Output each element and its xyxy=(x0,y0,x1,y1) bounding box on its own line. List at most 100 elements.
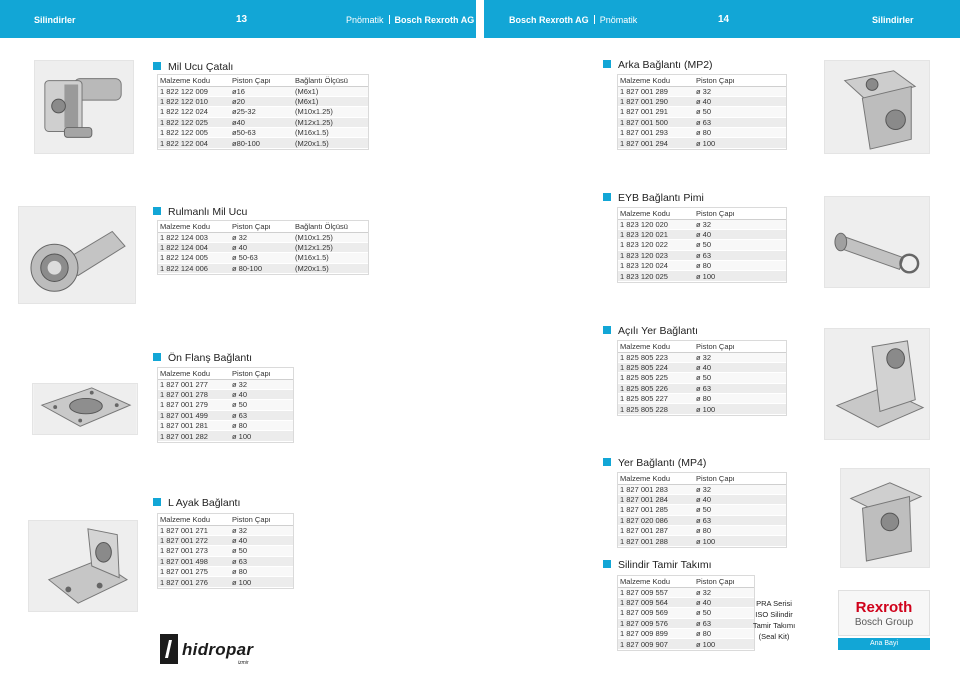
front-flange-photo xyxy=(32,383,138,435)
piston-diameter-cell: ø 80 xyxy=(230,420,293,432)
table-row: 1 827 001 500 ø 63 xyxy=(618,117,786,129)
thread-size-cell: (M6x1) xyxy=(293,96,368,108)
front-flange-section-title: Ön Flanş Bağlantı xyxy=(153,352,252,364)
piston-diameter-cell: ø 40 xyxy=(694,96,786,108)
piston-diameter-cell: ø 100 xyxy=(230,430,293,442)
table-row: 1 827 009 569 ø 50 xyxy=(618,607,754,619)
thread-size-cell: (M10x1.25) xyxy=(293,232,368,243)
column-header: Piston Çapı xyxy=(694,473,786,485)
piston-diameter-cell: ø 40 xyxy=(694,229,786,241)
part-number-cell: 1 827 009 899 xyxy=(618,628,694,640)
front-flange-title-text: Ön Flanş Bağlantı xyxy=(168,352,253,364)
angled-mount-photo xyxy=(824,328,930,440)
table-row: 1 827 001 281 ø 80 xyxy=(158,420,293,432)
piston-diameter-cell: ø50-63 xyxy=(230,127,293,139)
column-header: Malzeme Kodu xyxy=(618,75,694,87)
table-row: 1 822 122 024 ø25-32 (M10x1.25) xyxy=(158,106,368,118)
table-row: 1 825 805 223 ø 32 xyxy=(618,352,786,363)
piston-diameter-cell: ø 80 xyxy=(694,525,786,537)
column-header: Malzeme Kodu xyxy=(158,75,230,87)
table-row: 1 822 122 005 ø50-63 (M16x1.5) xyxy=(158,127,368,139)
table-header-row: Malzeme Kodu Piston Çapı xyxy=(618,576,754,588)
table-row: 1 823 120 020 ø 32 xyxy=(618,219,786,230)
piston-diameter-cell: ø 32 xyxy=(230,379,293,390)
table-header-row: Malzeme Kodu Piston Çapı Bağlantı Ölçüsü xyxy=(158,75,368,87)
table-row: 1 827 001 278 ø 40 xyxy=(158,389,293,401)
part-number-cell: 1 827 001 500 xyxy=(618,117,694,129)
foot-mount-section-title: L Ayak Bağlantı xyxy=(153,497,240,509)
part-number-cell: 1 822 122 010 xyxy=(158,96,230,108)
rexroth-dealer: Ana Bayi xyxy=(838,638,930,650)
seal-note-line-3: Tamir Takımı xyxy=(752,621,796,630)
rod-eye-table: Malzeme Kodu Piston Çapı Bağlantı Ölçüsü 1 … xyxy=(157,219,369,276)
table-row: 1 825 805 225 ø 50 xyxy=(618,372,786,384)
part-number-cell: 1 827 001 290 xyxy=(618,96,694,108)
table-row: 1 827 001 285 ø 50 xyxy=(618,504,786,516)
table-row: 1 827 001 275 ø 80 xyxy=(158,566,293,578)
part-number-cell: 1 827 001 279 xyxy=(158,399,230,411)
table-header-row: Malzeme Kodu Piston Çapı Bağlantı Ölçüsü xyxy=(158,221,368,233)
part-number-cell: 1 827 001 282 xyxy=(158,430,230,442)
seal-kit-section-title: Silindir Tamir Takımı xyxy=(603,559,712,571)
part-number-cell: 1 827 001 277 xyxy=(158,379,230,390)
hidropar-mark-icon xyxy=(160,634,178,664)
piston-diameter-cell: ø20 xyxy=(230,96,293,108)
left-section-label: Silindirler xyxy=(34,15,76,25)
piston-diameter-cell: ø 40 xyxy=(230,535,293,547)
part-number-cell: 1 827 020 086 xyxy=(618,515,694,527)
piston-diameter-cell: ø 32 xyxy=(694,86,786,97)
piston-diameter-cell: ø 50 xyxy=(694,504,786,516)
floor-mount-photo xyxy=(840,468,930,568)
part-number-cell: 1 827 001 288 xyxy=(618,535,694,547)
pin-photo xyxy=(824,196,930,288)
foot-mount-title-text: L Ayak Bağlantı xyxy=(168,497,241,509)
foot-mount-table: Malzeme Kodu Piston Çapı 1 827 001 271 ø 32… xyxy=(157,513,294,589)
table-row: 1 827 001 294 ø 100 xyxy=(618,137,786,149)
section-square-icon xyxy=(603,60,611,68)
column-header: Piston Çapı xyxy=(694,75,786,87)
thread-size-cell: (M20x1.5) xyxy=(293,263,368,275)
rear-clevis-title-text: Arka Bağlantı (MP2) xyxy=(618,59,713,71)
column-header: Malzeme Kodu xyxy=(618,341,694,353)
seal-kit-table: Malzeme Kodu Piston Çapı 1 827 009 557 ø 32… xyxy=(617,575,755,651)
piston-diameter-cell: ø 100 xyxy=(694,535,786,547)
part-number-cell: 1 827 001 498 xyxy=(158,556,230,568)
part-number-cell: 1 827 009 576 xyxy=(618,618,694,630)
eyb-pin-section-title: EYB Bağlantı Pimi xyxy=(603,192,704,204)
rexroth-group: Bosch Group xyxy=(854,617,914,628)
table-row: 1 823 120 025 ø 100 xyxy=(618,270,786,282)
seal-kit-title-text: Silindir Tamir Takımı xyxy=(618,559,712,571)
seal-note-line-2: ISO Silindir xyxy=(755,610,793,619)
part-number-cell: 1 823 120 022 xyxy=(618,239,694,251)
part-number-cell: 1 823 120 020 xyxy=(618,219,694,230)
rod-eye-title-text: Rulmanlı Mil Ucu xyxy=(168,206,248,218)
piston-diameter-cell: ø 63 xyxy=(694,383,786,395)
table-header-row: Malzeme Kodu Piston Çapı xyxy=(158,514,293,526)
section-square-icon xyxy=(153,207,161,215)
part-number-cell: 1 827 001 278 xyxy=(158,389,230,401)
table-row: 1 827 001 287 ø 80 xyxy=(618,525,786,537)
table-row: 1 827 001 293 ø 80 xyxy=(618,127,786,139)
column-header: Bağlantı Ölçüsü xyxy=(293,75,368,87)
seal-note-line-4: (Seal Kit) xyxy=(758,632,790,641)
part-number-cell: 1 827 001 287 xyxy=(618,525,694,537)
right-page-number: 14 xyxy=(718,14,730,25)
section-square-icon xyxy=(603,560,611,568)
table-row: 1 823 120 022 ø 50 xyxy=(618,239,786,251)
thread-size-cell: (M20x1.5) xyxy=(293,137,368,149)
piston-diameter-cell: ø 50 xyxy=(694,372,786,384)
floor-mount-title-text: Yer Bağlantı (MP4) xyxy=(618,457,707,469)
piston-diameter-cell: ø 50 xyxy=(694,106,786,118)
table-row: 1 827 009 557 ø 32 xyxy=(618,587,754,598)
rod-clevis-section-title: Mil Ucu Çatalı xyxy=(153,61,233,73)
part-number-cell: 1 825 805 228 xyxy=(618,403,694,415)
column-header: Malzeme Kodu xyxy=(618,576,694,588)
part-number-cell: 1 827 001 281 xyxy=(158,420,230,432)
thread-size-cell: (M6x1) xyxy=(293,86,368,97)
part-number-cell: 1 827 001 289 xyxy=(618,86,694,97)
piston-diameter-cell: ø 80 xyxy=(694,127,786,139)
part-number-cell: 1 825 805 224 xyxy=(618,362,694,374)
eyb-pin-table: Malzeme Kodu Piston Çapı 1 823 120 020 ø 32… xyxy=(617,207,787,283)
piston-diameter-cell: ø 32 xyxy=(694,484,786,495)
right-brand-1: Bosch Rexroth AG xyxy=(509,15,589,25)
